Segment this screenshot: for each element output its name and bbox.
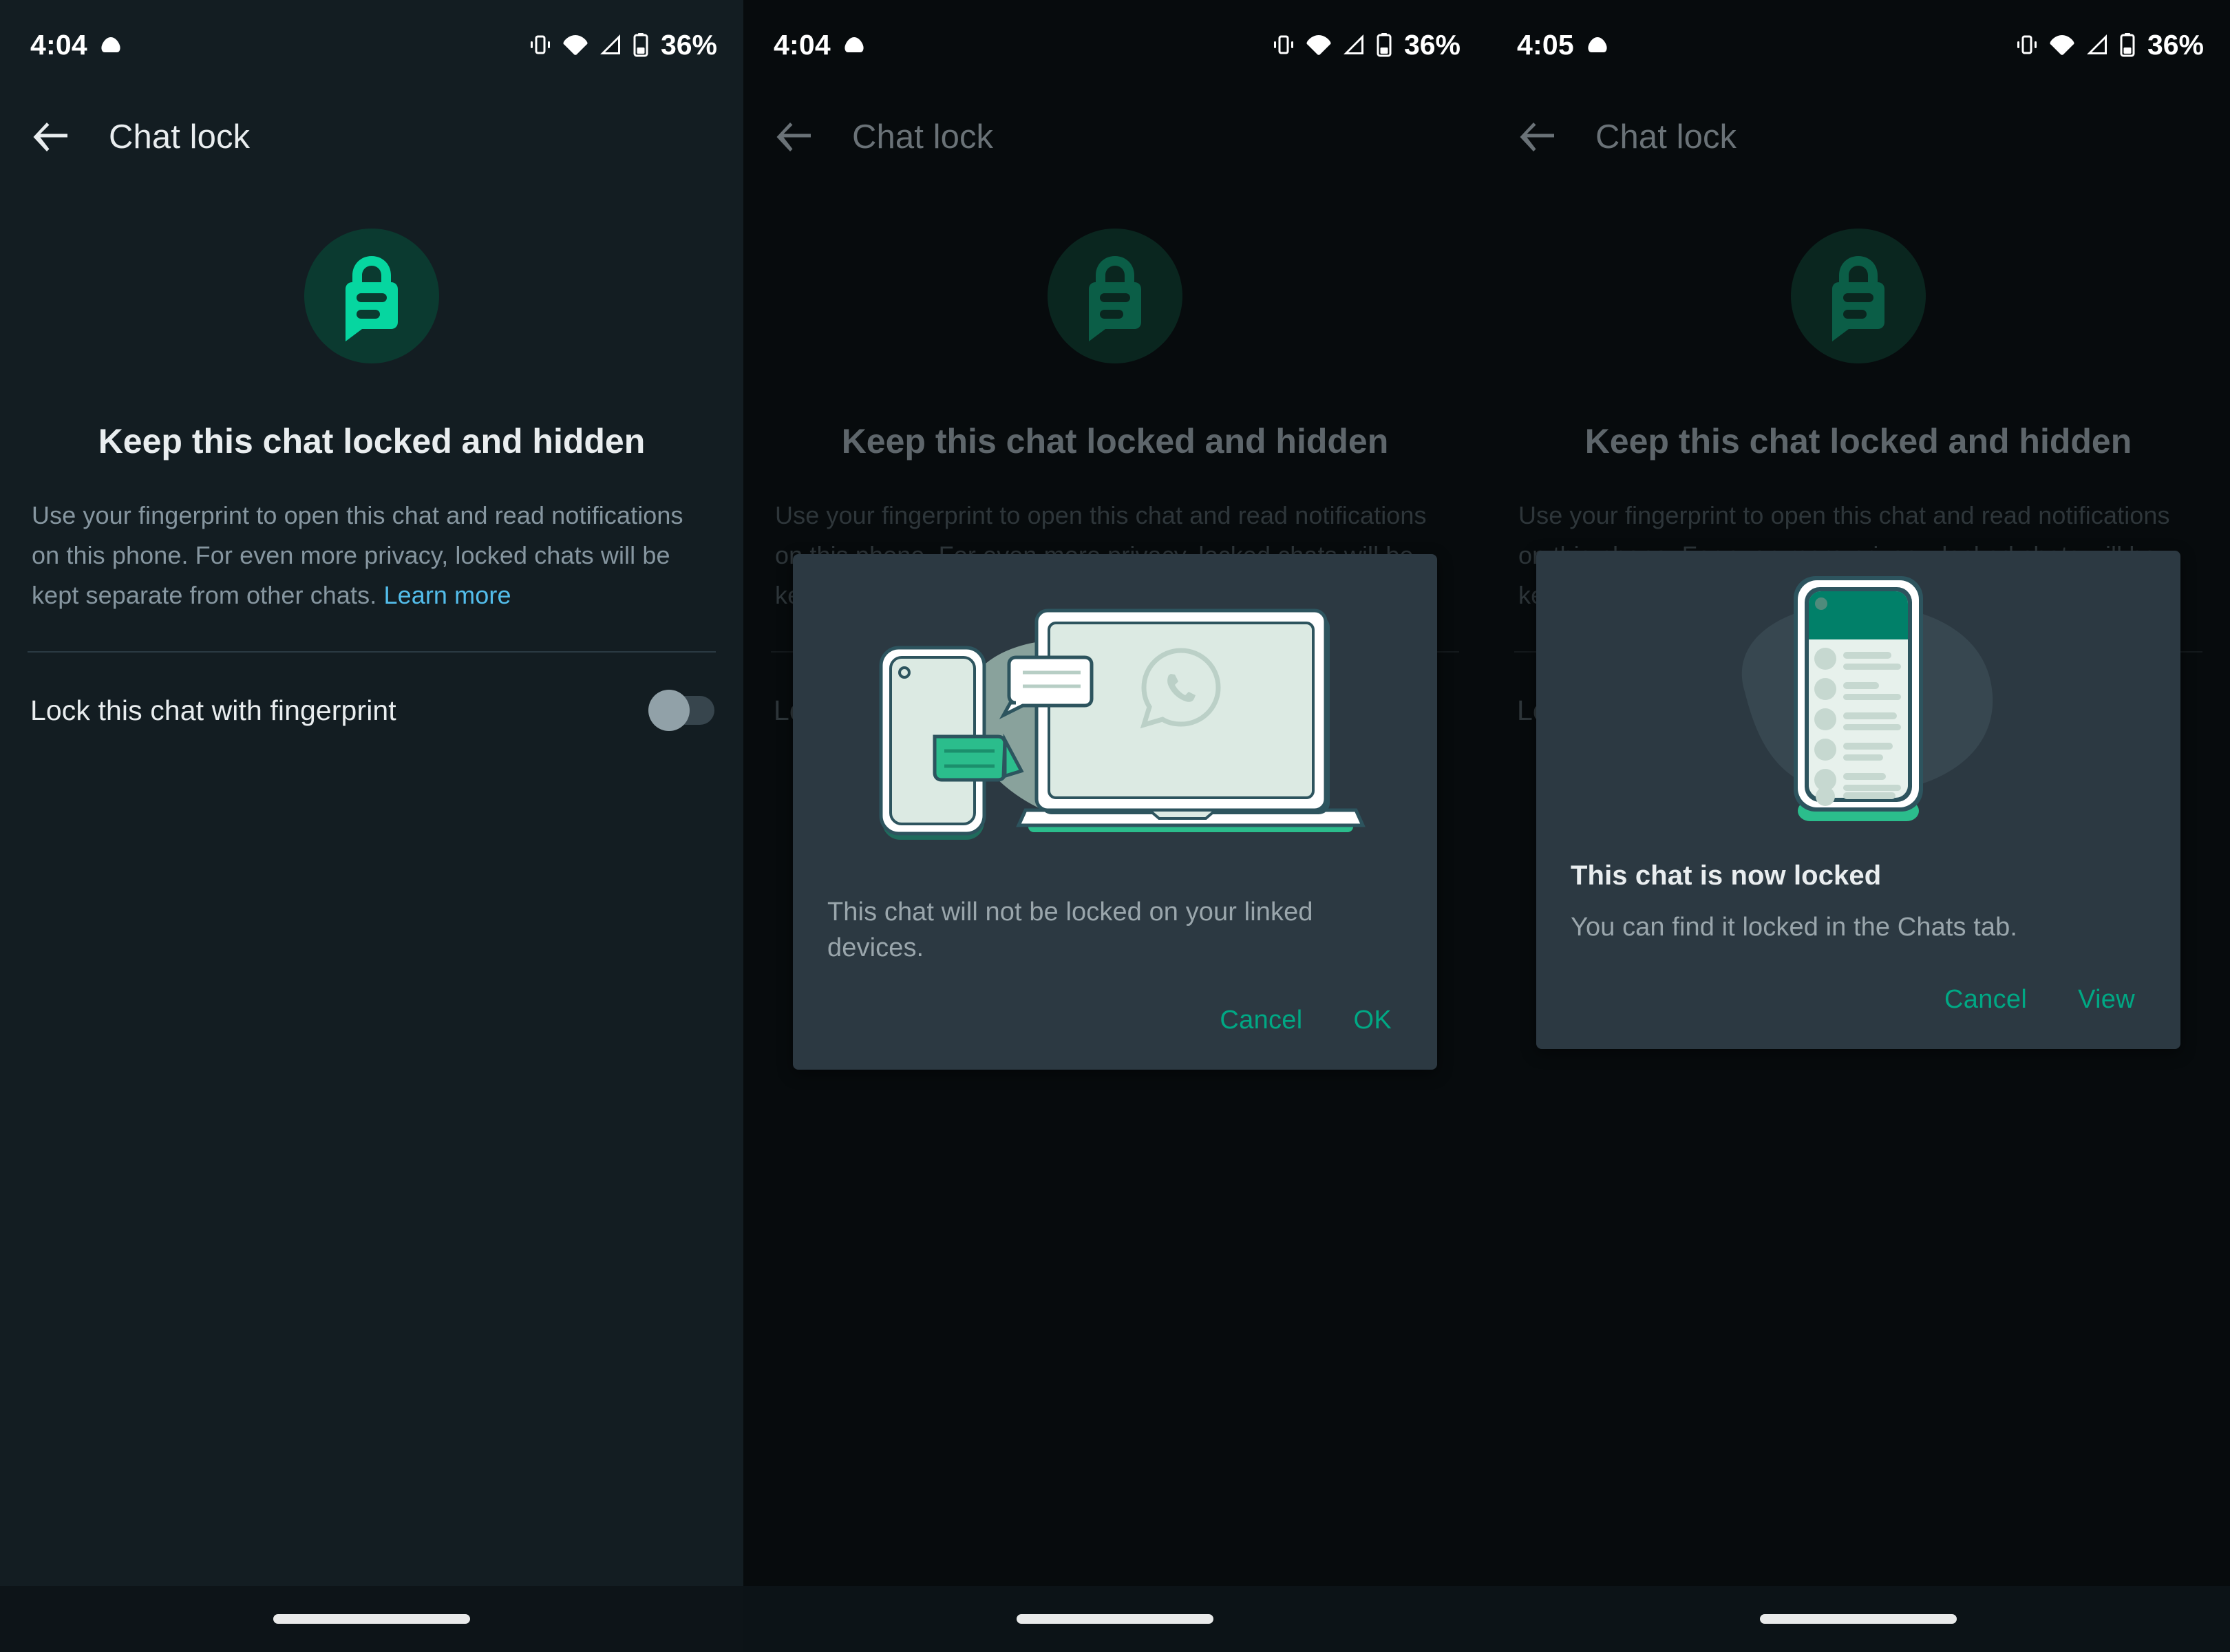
battery-percent: 36% bbox=[1403, 28, 1461, 61]
home-indicator-pill[interactable] bbox=[1760, 1614, 1957, 1624]
status-bar-left: 4:04 bbox=[774, 29, 868, 61]
toggle-thumb bbox=[648, 690, 690, 731]
screenshot-triptych: 4:04 36% Chat lock Keep this chat locked… bbox=[0, 0, 2230, 1652]
signal-icon bbox=[1341, 33, 1366, 56]
description-body: Use your fingerprint to open this chat a… bbox=[32, 501, 683, 609]
headline: Keep this chat locked and hidden bbox=[98, 422, 646, 460]
vibrate-icon bbox=[528, 32, 553, 57]
chat-lock-icon bbox=[304, 229, 439, 363]
cloud-icon bbox=[1584, 35, 1611, 54]
battery-percent: 36% bbox=[2147, 28, 2204, 61]
status-bar-right: 36% bbox=[2015, 29, 2204, 61]
fingerprint-lock-row[interactable]: Lock this chat with fingerprint bbox=[0, 659, 743, 761]
page-title: Chat lock bbox=[852, 118, 994, 156]
battery-percent: 36% bbox=[660, 28, 717, 61]
nav-bar bbox=[0, 1586, 743, 1652]
chat-lock-icon bbox=[1791, 229, 1926, 363]
headline: Keep this chat locked and hidden bbox=[841, 422, 1389, 460]
wifi-icon bbox=[2049, 33, 2075, 56]
vibrate-icon bbox=[1271, 32, 1296, 57]
status-bar-left: 4:05 bbox=[1517, 29, 1611, 61]
dialog-title: This chat is now locked bbox=[1571, 860, 1882, 891]
battery-icon bbox=[1376, 32, 1392, 57]
app-bar: Chat lock bbox=[0, 89, 743, 184]
app-bar: Chat lock bbox=[1487, 89, 2230, 184]
dialog-actions: Cancel View bbox=[1536, 945, 2180, 1049]
fingerprint-lock-label: Lock this chat with fingerprint bbox=[30, 694, 396, 726]
chat-lock-icon bbox=[1048, 229, 1182, 363]
battery-icon bbox=[633, 32, 649, 57]
screen-linked-devices-dialog: 4:04 36% Chat lock Keep this chat locked… bbox=[743, 0, 1487, 1652]
cloud-icon bbox=[840, 35, 868, 54]
home-indicator-pill[interactable] bbox=[273, 1614, 470, 1624]
dialog-message: You can find it locked in the Chats tab. bbox=[1571, 913, 2018, 942]
app-bar: Chat lock bbox=[743, 89, 1487, 184]
divider bbox=[28, 651, 716, 653]
wifi-icon bbox=[1306, 33, 1332, 56]
nav-bar bbox=[1487, 1586, 2230, 1652]
screen-chat-lock-settings: 4:04 36% Chat lock Keep this chat locked… bbox=[0, 0, 743, 1652]
home-indicator-pill[interactable] bbox=[1017, 1614, 1213, 1624]
status-time: 4:04 bbox=[30, 28, 87, 61]
nav-bar bbox=[743, 1586, 1487, 1652]
headline: Keep this chat locked and hidden bbox=[1584, 422, 2132, 460]
status-bar: 4:04 36% bbox=[743, 0, 1487, 89]
dialog-actions: Cancel OK bbox=[793, 966, 1437, 1070]
dialog-message: This chat will not be locked on your lin… bbox=[827, 898, 1313, 962]
phone-chat-list-illustration bbox=[1536, 551, 2180, 854]
battery-icon bbox=[2119, 32, 2136, 57]
fingerprint-lock-toggle[interactable] bbox=[648, 690, 714, 731]
cloud-icon bbox=[97, 35, 125, 54]
screen-chat-locked-confirmation: 4:05 36% Chat lock Keep this chat locked… bbox=[1487, 0, 2230, 1652]
wifi-icon bbox=[562, 33, 588, 56]
page-title: Chat lock bbox=[1595, 118, 1737, 156]
hero-icon-wrap bbox=[743, 229, 1487, 363]
signal-icon bbox=[598, 33, 623, 56]
status-bar-left: 4:04 bbox=[30, 29, 125, 61]
status-bar: 4:04 36% bbox=[0, 0, 743, 89]
status-time: 4:04 bbox=[774, 28, 831, 61]
hero-icon-wrap bbox=[0, 229, 743, 363]
status-time: 4:05 bbox=[1517, 28, 1574, 61]
status-bar: 4:05 36% bbox=[1487, 0, 2230, 89]
hero-icon-wrap bbox=[1487, 229, 2230, 363]
status-bar-right: 36% bbox=[1271, 29, 1461, 61]
description-text: Use your fingerprint to open this chat a… bbox=[32, 496, 712, 615]
page-title: Chat lock bbox=[109, 118, 251, 156]
ok-button[interactable]: OK bbox=[1334, 995, 1411, 1046]
cancel-button[interactable]: Cancel bbox=[1200, 995, 1321, 1046]
phone-and-laptop-illustration bbox=[793, 554, 1437, 878]
view-button[interactable]: View bbox=[2059, 974, 2154, 1026]
cancel-button[interactable]: Cancel bbox=[1925, 974, 2046, 1026]
signal-icon bbox=[2085, 33, 2110, 56]
back-arrow-icon[interactable] bbox=[25, 111, 77, 163]
chat-locked-dialog: This chat is now locked You can find it … bbox=[1536, 551, 2180, 1049]
back-arrow-icon[interactable] bbox=[768, 111, 820, 163]
status-bar-right: 36% bbox=[528, 29, 717, 61]
vibrate-icon bbox=[2015, 32, 2039, 57]
settings-content: Keep this chat locked and hidden Use you… bbox=[0, 184, 743, 761]
back-arrow-icon[interactable] bbox=[1511, 111, 1564, 163]
linked-devices-dialog: This chat will not be locked on your lin… bbox=[793, 554, 1437, 1070]
learn-more-link[interactable]: Learn more bbox=[383, 581, 511, 609]
